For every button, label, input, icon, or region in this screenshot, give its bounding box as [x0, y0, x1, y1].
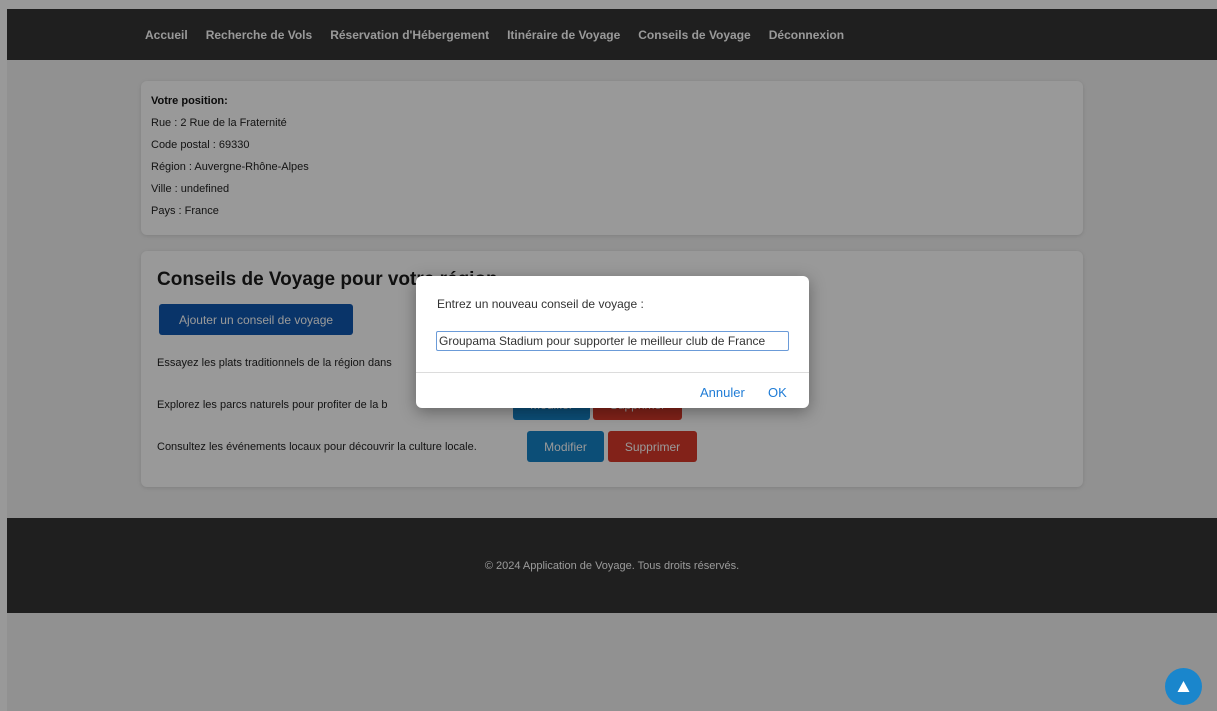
- arrow-up-icon: [1177, 681, 1190, 692]
- ok-button[interactable]: OK: [768, 385, 787, 400]
- cancel-button[interactable]: Annuler: [700, 385, 745, 400]
- dialog-divider: [416, 372, 809, 373]
- tip-input[interactable]: [436, 331, 789, 351]
- prompt-dialog: Entrez un nouveau conseil de voyage : An…: [416, 276, 809, 408]
- dialog-message: Entrez un nouveau conseil de voyage :: [437, 297, 644, 311]
- scroll-to-top-button[interactable]: [1165, 668, 1202, 705]
